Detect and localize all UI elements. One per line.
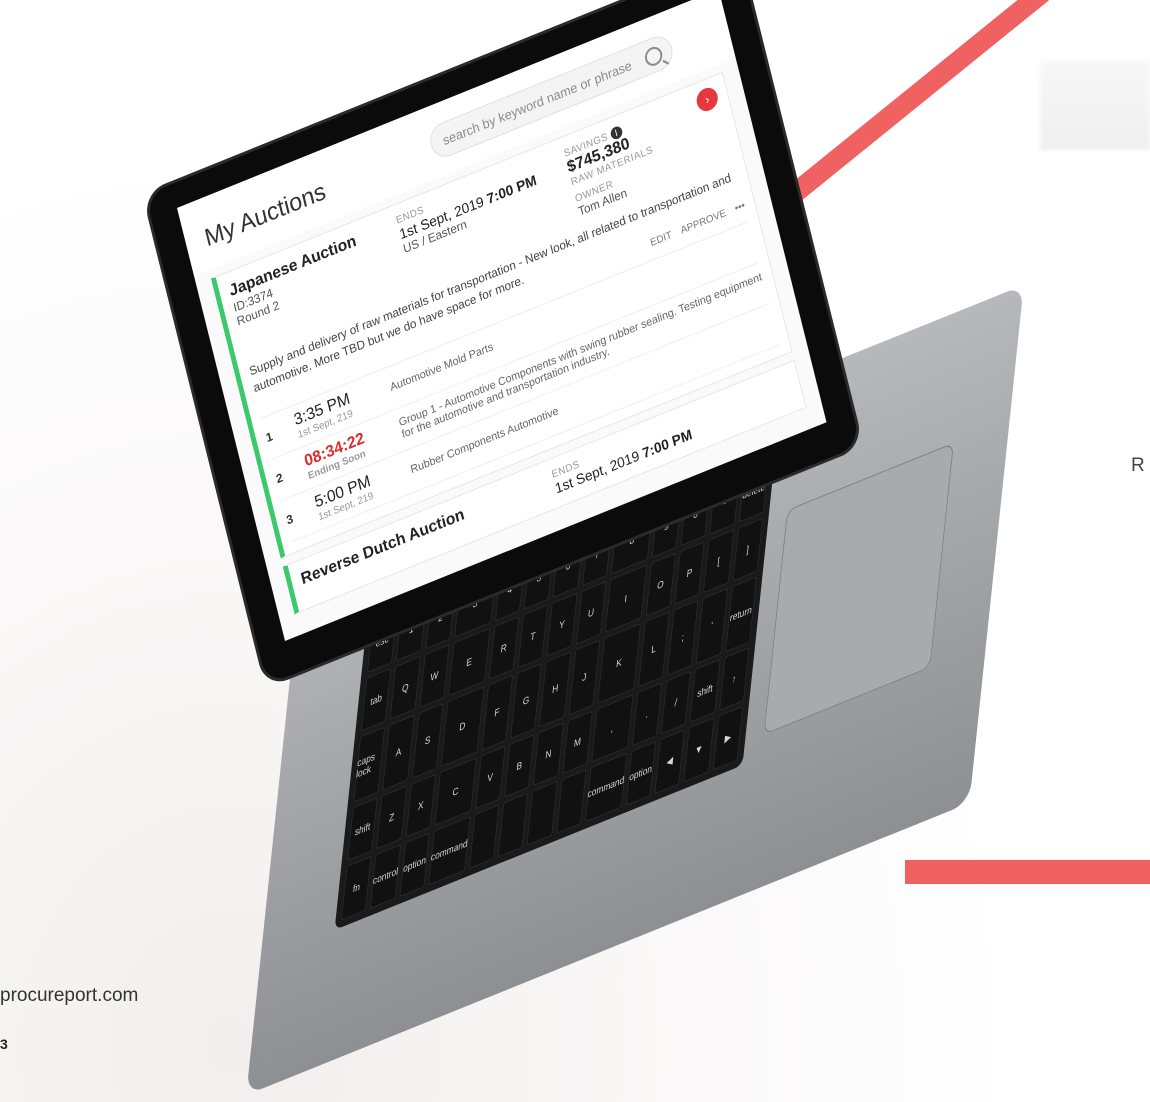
keyboard-key[interactable]: ↑ — [718, 646, 750, 712]
keyboard-key[interactable]: shift — [689, 658, 721, 723]
keyboard-key[interactable]: U — [575, 580, 607, 646]
keyboard-key[interactable]: [ — [703, 529, 735, 594]
keyboard-key[interactable]: N — [532, 721, 564, 787]
keyboard-key[interactable]: D — [440, 686, 485, 768]
keyboard-key[interactable]: G — [509, 663, 543, 740]
keyboard-key[interactable]: T — [517, 604, 549, 669]
edge-text: R — [1131, 455, 1145, 476]
keyboard-key[interactable]: / — [660, 669, 692, 735]
background-panel — [1040, 60, 1150, 150]
keyboard-key[interactable]: option — [398, 831, 431, 898]
keyboard-key[interactable]: , — [591, 693, 634, 763]
red-ribbon-bottom — [905, 860, 1150, 884]
keyboard-key[interactable]: X — [405, 773, 437, 838]
keyboard-key[interactable] — [526, 780, 558, 846]
keyboard-key[interactable]: command — [584, 752, 628, 823]
keyboard-key[interactable]: M — [561, 709, 593, 775]
round-number: 2 — [274, 470, 285, 487]
search-icon[interactable] — [643, 44, 665, 69]
keyboard-key[interactable]: Y — [546, 592, 578, 658]
keyboard-key[interactable]: ▶ — [712, 705, 744, 771]
keyboard-key[interactable]: caps lock — [353, 726, 386, 803]
round-subtext: 1st Sept, 219 — [317, 490, 375, 523]
keyboard-key[interactable]: . — [631, 681, 663, 747]
keyboard-key[interactable]: tab — [360, 667, 392, 733]
trackpad[interactable] — [763, 442, 954, 736]
keyboard-key[interactable]: ] — [732, 517, 764, 583]
keyboard-key[interactable]: return — [724, 576, 758, 653]
keyboard-key[interactable]: O — [644, 552, 676, 618]
keyboard-key[interactable]: command — [428, 815, 471, 886]
keyboard-key[interactable]: option — [625, 740, 657, 807]
keyboard-key[interactable]: H — [539, 651, 572, 728]
keyboard-key[interactable]: F — [480, 674, 514, 751]
keyboard-key[interactable]: ' — [695, 588, 728, 664]
keyboard-key[interactable]: Z — [376, 784, 408, 850]
keyboard-key[interactable]: B — [503, 733, 535, 798]
keyboard-key[interactable]: R — [488, 616, 520, 681]
page-number: 3 — [0, 1036, 8, 1052]
keyboard-key[interactable]: fn — [340, 855, 373, 922]
keyboard-key[interactable]: P — [673, 541, 706, 606]
footer-url: procureport.com — [0, 985, 139, 1006]
more-menu[interactable]: ••• — [734, 200, 746, 215]
keyboard-key[interactable] — [497, 792, 529, 858]
round-number: 3 — [284, 511, 295, 528]
keyboard-key[interactable]: C — [434, 756, 477, 826]
keyboard-key[interactable] — [555, 768, 587, 835]
keyboard-key[interactable]: L — [637, 611, 670, 688]
keyboard-key[interactable]: W — [418, 644, 450, 709]
keyboard-key[interactable] — [468, 803, 500, 870]
keyboard-key[interactable]: V — [474, 745, 506, 810]
keyboard-key[interactable]: ◀ — [654, 728, 686, 795]
keyboard-key[interactable]: K — [597, 623, 641, 704]
keyboard-key[interactable]: Q — [389, 655, 421, 721]
keyboard-key[interactable]: J — [568, 639, 601, 716]
keyboard-key[interactable]: S — [411, 702, 444, 779]
keyboard-key[interactable]: A — [382, 714, 415, 791]
keyboard-key[interactable]: ▼ — [683, 717, 715, 783]
keyboard-key[interactable]: shift — [347, 796, 379, 862]
round-number: 1 — [264, 429, 275, 446]
keyboard-key[interactable]: ; — [666, 599, 699, 676]
keyboard-key[interactable]: control — [369, 843, 402, 910]
